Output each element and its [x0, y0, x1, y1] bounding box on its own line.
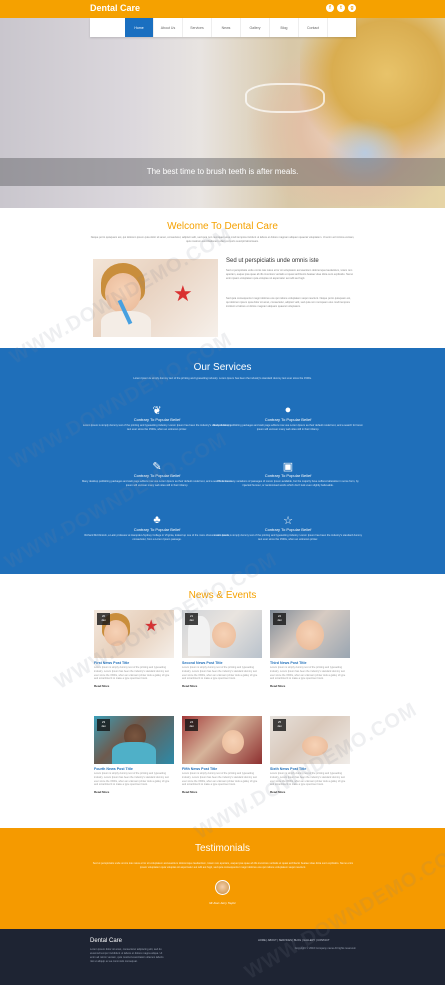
nav-blog[interactable]: Blog: [270, 18, 299, 37]
twitter-icon[interactable]: t: [337, 4, 345, 12]
date-badge: 24 Jan: [185, 719, 198, 731]
news-card[interactable]: 24 Jan Fifth News Post Title Lorem Ipsum …: [182, 716, 262, 794]
nav-services[interactable]: Services: [183, 18, 212, 37]
footer-about: Lorem ipsum dolor sit amet, consectetur …: [90, 948, 164, 963]
hero-caption: The best time to brush teeth is after me…: [0, 158, 445, 186]
inbox-icon: ▣: [282, 461, 294, 473]
nav-news[interactable]: News: [212, 18, 241, 37]
nav-about-us[interactable]: About Us: [154, 18, 183, 37]
date-badge: 20 Jan: [97, 613, 110, 625]
date-badge: 22 Jan: [273, 613, 286, 625]
nav-contact[interactable]: Contact: [299, 18, 328, 37]
welcome-subtitle: Sed ut perspiciatis unde omnis iste: [226, 258, 319, 264]
footer-brand: Dental Care: [90, 938, 123, 944]
services-title: Our Services: [193, 362, 252, 373]
news-card[interactable]: 22 Jan Third News Post Title Lorem Ipsum …: [270, 610, 350, 688]
service-item[interactable]: ● Contrary To Popular Belief Many deskto…: [213, 404, 363, 432]
testimonials-section: Testimonials Sed ut perspiciatis unde om…: [0, 828, 445, 929]
news-card[interactable]: 23 Jan Fourth News Post Title Lorem Ipsum…: [94, 716, 174, 794]
news-image: 24 Jan: [182, 716, 262, 764]
avatar: [215, 880, 230, 895]
read-more-link[interactable]: Read More: [182, 684, 262, 688]
google-plus-icon[interactable]: g: [348, 4, 356, 12]
testimonial-quote: Sed ut perspiciatis unde omnis iste natu…: [92, 862, 354, 869]
top-bar: [0, 0, 445, 18]
read-more-link[interactable]: Read More: [270, 684, 350, 688]
welcome-para-1: Sed ut perspiciatis unde omnis iste natu…: [226, 269, 354, 280]
hero-banner: The best time to brush teeth is after me…: [0, 18, 445, 208]
welcome-para-2: Sed quia consequuntur magni dolores eos …: [226, 297, 351, 308]
news-image: 23 Jan: [94, 716, 174, 764]
read-more-link[interactable]: Read More: [94, 684, 174, 688]
star-decoration: ★: [173, 281, 193, 306]
nav-gallery[interactable]: Gallery: [241, 18, 270, 37]
facebook-icon[interactable]: f: [326, 4, 334, 12]
service-item[interactable]: ☆ Contrary To Popular Belief Lorem Ipsum…: [213, 514, 363, 542]
date-badge: 23 Jan: [97, 719, 110, 731]
brand-logo[interactable]: Dental Care: [90, 3, 140, 13]
read-more-link[interactable]: Read More: [94, 790, 174, 794]
footer: Dental Care Lorem ipsum dolor sit amet, …: [0, 929, 445, 985]
main-nav: Home About Us Services News Gallery Blog…: [90, 18, 356, 37]
testimonials-title: Testimonials: [194, 843, 251, 854]
news-image: 22 Jan: [270, 610, 350, 658]
apple-icon: ●: [284, 404, 292, 416]
star-icon: ☆: [283, 515, 293, 527]
date-badge: 25 Jan: [273, 719, 286, 731]
news-card[interactable]: 21 Jan Second News Post Title Lorem Ipsum…: [182, 610, 262, 688]
nav-home[interactable]: Home: [125, 18, 154, 37]
service-item[interactable]: ▣ Contrary To Popular Belief There are m…: [213, 460, 363, 488]
